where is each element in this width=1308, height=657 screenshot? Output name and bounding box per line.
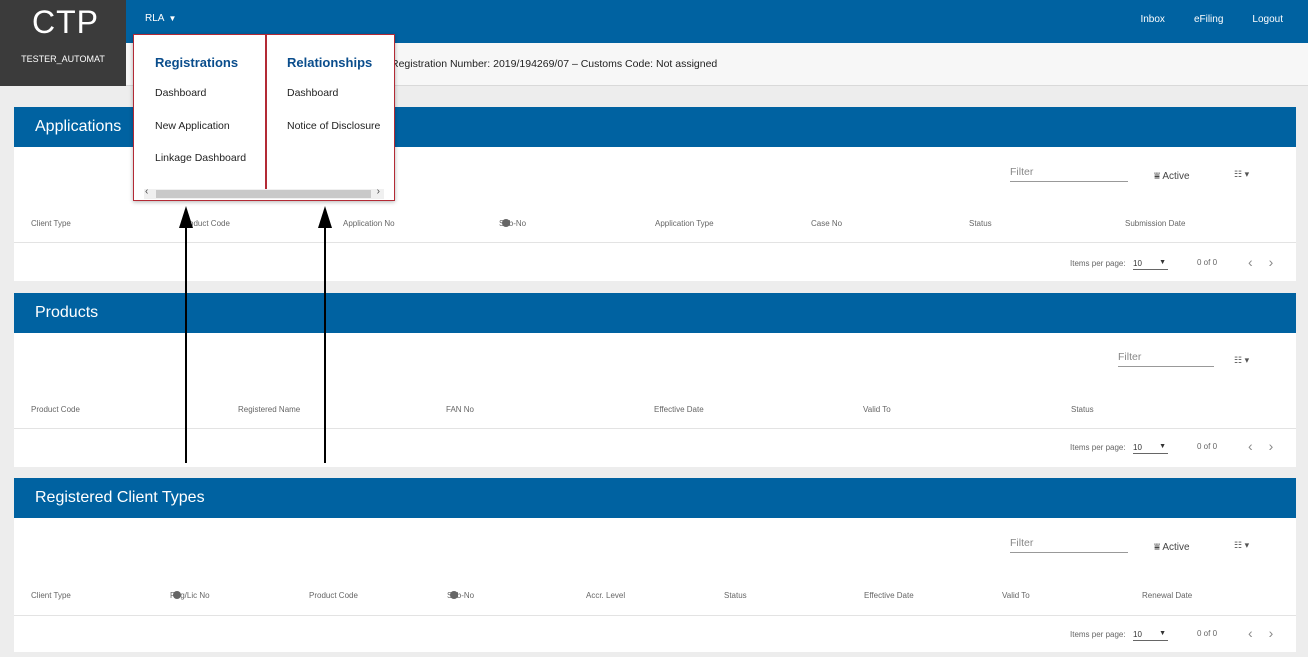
info-icon (173, 591, 181, 599)
inbox-link[interactable]: Inbox (1140, 14, 1164, 25)
app-logo[interactable]: CTP (32, 4, 99, 41)
grid-icon: ☷ ▾ (1234, 169, 1250, 179)
items-per-page-value: 10 (1133, 443, 1142, 452)
products-panel: Products Filter ☷ ▾ Product Code Registe… (14, 293, 1296, 467)
items-per-page-label: Items per page: (1070, 259, 1126, 268)
dropdown-arrow-icon: ▼ (1159, 630, 1166, 637)
col-status[interactable]: Status (969, 219, 992, 228)
client-types-header-row: Client Type Reg/Lic No Product Code Sub-… (14, 591, 1296, 611)
items-per-page-value: 10 (1133, 259, 1142, 268)
horizontal-scrollbar[interactable]: ‹ › (144, 186, 384, 199)
col-submission-date[interactable]: Submission Date (1125, 219, 1185, 228)
col-application-no[interactable]: Application No (343, 219, 395, 228)
active-label: Active (1162, 542, 1190, 553)
client-types-active-toggle[interactable]: ⩸ Active (1154, 542, 1190, 553)
dropdown-arrow-icon: ▼ (1159, 259, 1166, 266)
row-divider (14, 242, 1296, 243)
top-links: Inbox eFiling Logout (1140, 14, 1283, 25)
items-per-page-select[interactable]: 10 ▼ (1133, 259, 1168, 270)
col-client-type[interactable]: Client Type (31, 219, 71, 228)
menu-item-new-application[interactable]: New Application (155, 120, 230, 132)
page-nav: ‹› (1248, 625, 1289, 641)
applications-filter-input[interactable]: Filter (1010, 166, 1128, 182)
grid-icon: ☷ ▾ (1234, 355, 1250, 365)
info-icon (450, 591, 458, 599)
products-paginator: Items per page: 10 ▼ 0 of 0 ‹› (1070, 438, 1290, 456)
client-types-filter-input[interactable]: Filter (1010, 537, 1128, 553)
items-per-page-select[interactable]: 10 ▼ (1133, 630, 1168, 641)
dropdown-arrow-icon: ▼ (1159, 443, 1166, 450)
prev-page-icon[interactable]: ‹ (1248, 625, 1269, 641)
col-product-code[interactable]: Product Code (31, 405, 80, 414)
scrollbar-thumb[interactable] (156, 190, 371, 198)
col-status[interactable]: Status (724, 591, 747, 600)
row-divider (14, 428, 1296, 429)
scroll-right-icon[interactable]: › (377, 186, 380, 197)
col-status[interactable]: Status (1071, 405, 1094, 414)
products-title: Products (14, 293, 1296, 333)
col-effective-date[interactable]: Effective Date (864, 591, 914, 600)
col-valid-to[interactable]: Valid To (1002, 591, 1030, 600)
client-types-panel: Registered Client Types Filter ⩸ Active … (14, 478, 1296, 652)
username: TESTER_AUTOMAT (21, 54, 105, 64)
items-per-page-label: Items per page: (1070, 443, 1126, 452)
page-range: 0 of 0 (1197, 258, 1218, 267)
col-case-no[interactable]: Case No (811, 219, 842, 228)
relationships-heading: Relationships (287, 55, 373, 70)
products-filter-input[interactable]: Filter (1118, 351, 1214, 367)
scroll-left-icon[interactable]: ‹ (145, 186, 148, 197)
applications-header-row: Client Type Product Code Application No … (14, 219, 1296, 239)
items-per-page-value: 10 (1133, 630, 1142, 639)
menu-item-linkage-dashboard[interactable]: Linkage Dashboard (155, 152, 246, 164)
client-types-title: Registered Client Types (14, 478, 1296, 518)
row-divider (14, 615, 1296, 616)
registration-info-text: Registration Number: 2019/194269/07 – Cu… (391, 58, 718, 70)
info-icon (502, 219, 510, 227)
next-page-icon[interactable]: › (1269, 254, 1290, 270)
items-per-page-label: Items per page: (1070, 630, 1126, 639)
page-range: 0 of 0 (1197, 629, 1218, 638)
prev-page-icon[interactable]: ‹ (1248, 438, 1269, 454)
column-divider (265, 35, 267, 199)
page-nav: ‹› (1248, 438, 1289, 454)
items-per-page-select[interactable]: 10 ▼ (1133, 443, 1168, 454)
menu-item-registrations-dashboard[interactable]: Dashboard (155, 87, 206, 99)
applications-paginator: Items per page: 10 ▼ 0 of 0 ‹› (1070, 254, 1290, 272)
caret-down-icon: ▼ (168, 14, 177, 23)
active-label: Active (1162, 171, 1190, 182)
prev-page-icon[interactable]: ‹ (1248, 254, 1269, 270)
page-range: 0 of 0 (1197, 442, 1218, 451)
col-application-type[interactable]: Application Type (655, 219, 714, 228)
col-product-code[interactable]: Product Code (309, 591, 358, 600)
col-registered-name[interactable]: Registered Name (238, 405, 300, 414)
applications-column-menu[interactable]: ☷ ▾ (1234, 169, 1249, 180)
brand-block: CTP TESTER_AUTOMAT (0, 0, 126, 86)
col-accr-level[interactable]: Accr. Level (586, 591, 625, 600)
rla-menu-label: RLA (145, 13, 165, 24)
registrations-heading: Registrations (155, 55, 239, 70)
client-types-paginator: Items per page: 10 ▼ 0 of 0 ‹› (1070, 625, 1290, 643)
col-fan-no[interactable]: FAN No (446, 405, 474, 414)
rla-dropdown-menu: Registrations Dashboard New Application … (133, 34, 395, 201)
page-nav: ‹› (1248, 254, 1289, 270)
client-types-column-menu[interactable]: ☷ ▾ (1234, 540, 1249, 551)
col-valid-to[interactable]: Valid To (863, 405, 891, 414)
col-client-type[interactable]: Client Type (31, 591, 71, 600)
applications-active-toggle[interactable]: ⩸ Active (1154, 171, 1190, 182)
rla-menu-button[interactable]: RLA ▼ (145, 13, 176, 24)
products-header-row: Product Code Registered Name FAN No Effe… (14, 405, 1296, 425)
col-product-code[interactable]: Product Code (181, 219, 230, 228)
col-renewal-date[interactable]: Renewal Date (1142, 591, 1192, 600)
menu-item-relationships-dashboard[interactable]: Dashboard (287, 87, 338, 99)
next-page-icon[interactable]: › (1269, 625, 1290, 641)
products-column-menu[interactable]: ☷ ▾ (1234, 355, 1249, 366)
efiling-link[interactable]: eFiling (1194, 14, 1223, 25)
grid-icon: ☷ ▾ (1234, 540, 1250, 550)
menu-item-notice-of-disclosure[interactable]: Notice of Disclosure (287, 120, 380, 132)
col-effective-date[interactable]: Effective Date (654, 405, 704, 414)
next-page-icon[interactable]: › (1269, 438, 1290, 454)
logout-link[interactable]: Logout (1252, 14, 1283, 25)
